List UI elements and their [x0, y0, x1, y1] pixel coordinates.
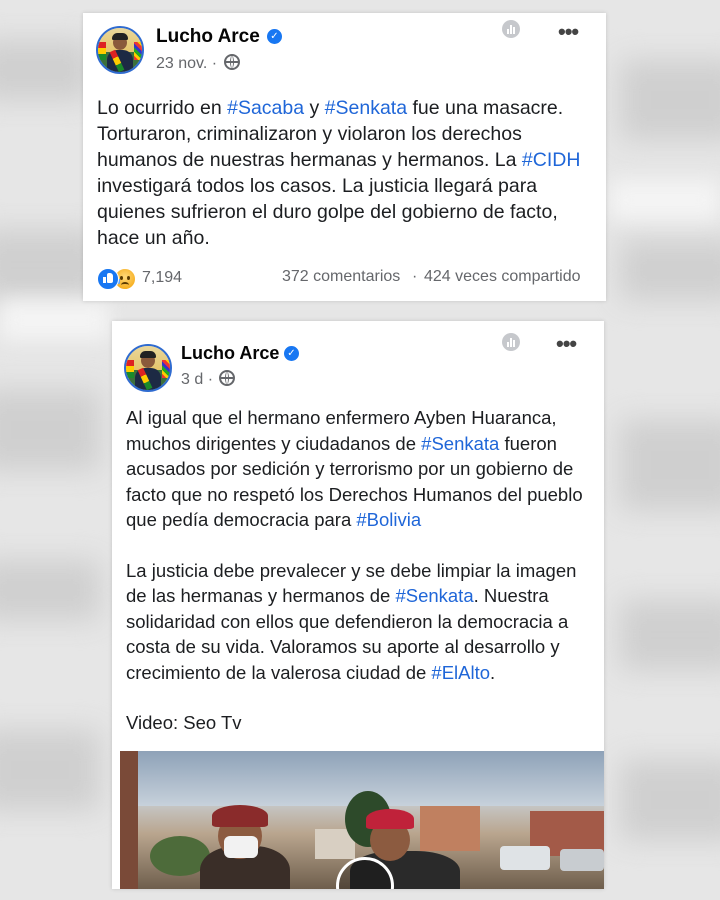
globe-icon [219, 370, 236, 386]
post-date[interactable]: 23 nov. · [156, 55, 217, 72]
author-avatar[interactable] [124, 344, 172, 392]
video-credit: Video: Seo Tv [126, 712, 242, 733]
hashtag-senkata[interactable]: #Senkata [395, 585, 473, 606]
meta-separator: · [412, 268, 418, 285]
more-options-icon[interactable]: ••• [558, 21, 579, 43]
like-reaction-icon [97, 268, 119, 290]
insights-icon[interactable] [502, 20, 520, 38]
globe-icon [223, 54, 240, 70]
hashtag-elalto[interactable]: #ElAlto [431, 662, 490, 683]
hashtag-cidh[interactable]: #CIDH [522, 149, 581, 171]
author-avatar[interactable] [96, 26, 144, 74]
post-body: Lo ocurrido en #Sacaba y #Senkata fue un… [97, 97, 581, 249]
hashtag-senkata[interactable]: #Senkata [325, 97, 407, 119]
author-name[interactable]: Lucho Arce [156, 26, 260, 48]
verified-badge-icon: ✓ [267, 29, 282, 44]
post-card-2: Lucho Arce ✓ 3 d · ••• Al igual que el h… [112, 321, 604, 889]
reaction-count: 7,194 [142, 269, 183, 286]
author-name[interactable]: Lucho Arce [181, 343, 279, 364]
post-meta: 23 nov. · [156, 54, 240, 73]
verified-badge-icon: ✓ [284, 346, 299, 361]
hashtag-senkata[interactable]: #Senkata [421, 433, 499, 454]
hashtag-sacaba[interactable]: #Sacaba [227, 97, 304, 119]
insights-icon[interactable] [502, 333, 520, 351]
more-options-icon[interactable]: ••• [556, 333, 577, 355]
post-meta: 3 d · [181, 370, 236, 389]
post-date[interactable]: 3 d · [181, 371, 213, 388]
post-card-1: Lucho Arce ✓ 23 nov. · ••• Lo ocurrido e… [83, 13, 606, 301]
video-player[interactable] [120, 751, 604, 889]
post-body: Al igual que el hermano enfermero Ayben … [126, 405, 596, 736]
hashtag-bolivia[interactable]: #Bolivia [356, 509, 421, 530]
shares-count[interactable]: 424 veces compartido [424, 268, 581, 286]
comments-count[interactable]: 372 comentarios [282, 268, 400, 286]
